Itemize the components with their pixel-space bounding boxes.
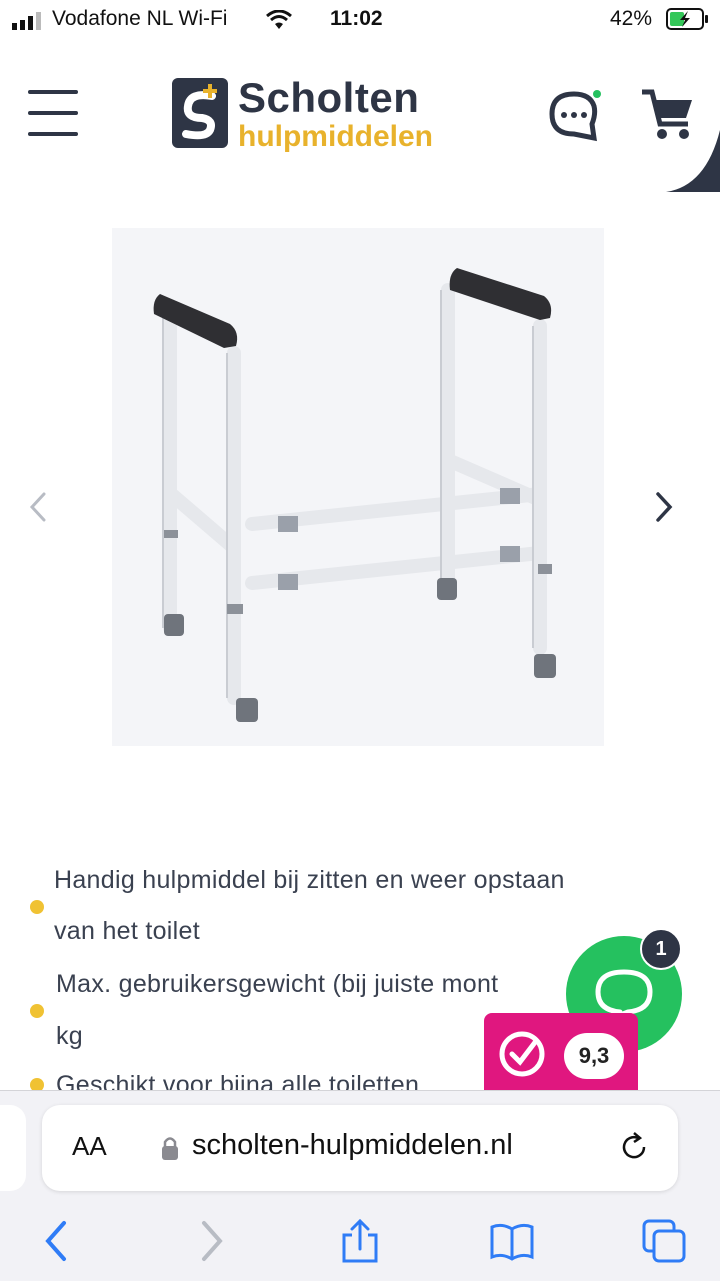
clock: 11:02 — [330, 7, 383, 30]
gallery-next-button[interactable] — [648, 490, 678, 524]
address-bar[interactable]: AA scholten-hulpmiddelen.nl — [42, 1105, 678, 1191]
back-icon[interactable] — [34, 1217, 82, 1265]
bullet-dot — [30, 1004, 44, 1018]
reader-settings-button[interactable]: AA — [72, 1131, 107, 1162]
carrier-label: Vodafone NL Wi-Fi — [52, 7, 228, 30]
reload-icon[interactable] — [616, 1129, 652, 1165]
battery-icon — [666, 8, 708, 30]
rating-widget[interactable]: 9,3 — [484, 1013, 638, 1093]
feature-item-1-line-1: Handig hulpmiddel bij zitten en weer ops… — [54, 866, 565, 894]
chevron-left-icon — [29, 492, 46, 522]
status-bar: Vodafone NL Wi-Fi 11:02 42% — [0, 0, 720, 40]
wifi-icon — [266, 10, 292, 29]
rating-score: 9,3 — [564, 1033, 624, 1079]
header-corner-decoration — [666, 130, 720, 192]
signal-icon — [12, 12, 41, 30]
logo-text-hulpmiddelen: hulpmiddelen — [238, 120, 433, 153]
logo-mark-icon — [172, 78, 228, 148]
browser-toolbar: AA scholten-hulpmiddelen.nl — [0, 1090, 720, 1281]
battery-percent: 42% — [610, 7, 653, 30]
chat-button[interactable] — [548, 90, 602, 142]
previous-tab-preview[interactable] — [0, 1105, 26, 1191]
tabs-icon[interactable] — [640, 1217, 688, 1265]
feature-item-1-line-2: van het toilet — [54, 917, 200, 945]
lock-icon — [162, 1137, 178, 1160]
bookmarks-icon[interactable] — [488, 1217, 536, 1265]
chat-icon — [549, 90, 601, 142]
product-image[interactable] — [112, 228, 604, 746]
bullet-dot — [30, 900, 44, 914]
chevron-right-icon — [656, 492, 673, 522]
url-text: scholten-hulpmiddelen.nl — [192, 1129, 513, 1161]
feature-item-2-line-1: Max. gebruikersgewicht (bij juiste mont — [56, 970, 499, 998]
gallery-prev-button[interactable] — [24, 490, 54, 524]
hamburger-line — [28, 132, 78, 136]
feature-item-2-line-2: kg — [56, 1022, 84, 1050]
share-icon[interactable] — [336, 1217, 384, 1265]
hamburger-icon — [28, 90, 78, 94]
logo-text-scholten: Scholten — [238, 74, 420, 121]
hamburger-line — [28, 111, 78, 115]
forward-icon[interactable] — [186, 1217, 234, 1265]
kiyoh-checkmark-icon — [499, 1031, 545, 1077]
chat-unread-badge: 1 — [640, 928, 682, 970]
menu-button[interactable] — [28, 90, 80, 138]
site-logo[interactable]: Scholten hulpmiddelen — [172, 74, 462, 156]
toilet-frame-illustration — [153, 268, 556, 722]
